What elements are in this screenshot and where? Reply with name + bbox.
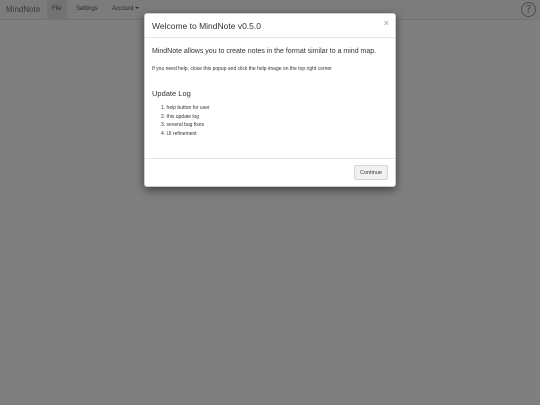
continue-button[interactable]: Continue: [353, 165, 388, 180]
list-item: 4. UI refinement: [161, 130, 197, 137]
modal-body: MindNote allows you to create notes in t…: [145, 38, 395, 138]
list-item: 2. this update log: [161, 113, 200, 120]
update-log-list: 1. help button for user 2. this update l…: [161, 104, 388, 138]
intro-text: MindNote allows you to create notes in t…: [152, 48, 377, 55]
update-log-heading: Update Log: [152, 89, 191, 98]
close-icon[interactable]: ×: [384, 19, 389, 28]
welcome-modal: Welcome to MindNote v0.5.0 × MindNote al…: [144, 13, 396, 187]
list-item: 3. several bug fixes: [161, 122, 205, 128]
help-note: If you need help, close this popup and c…: [152, 66, 332, 72]
modal-title: Welcome to MindNote v0.5.0: [152, 21, 261, 31]
modal-footer: Continue: [145, 158, 395, 186]
modal-header: Welcome to MindNote v0.5.0 ×: [145, 14, 395, 38]
list-item: 1. help button for user: [161, 105, 210, 111]
